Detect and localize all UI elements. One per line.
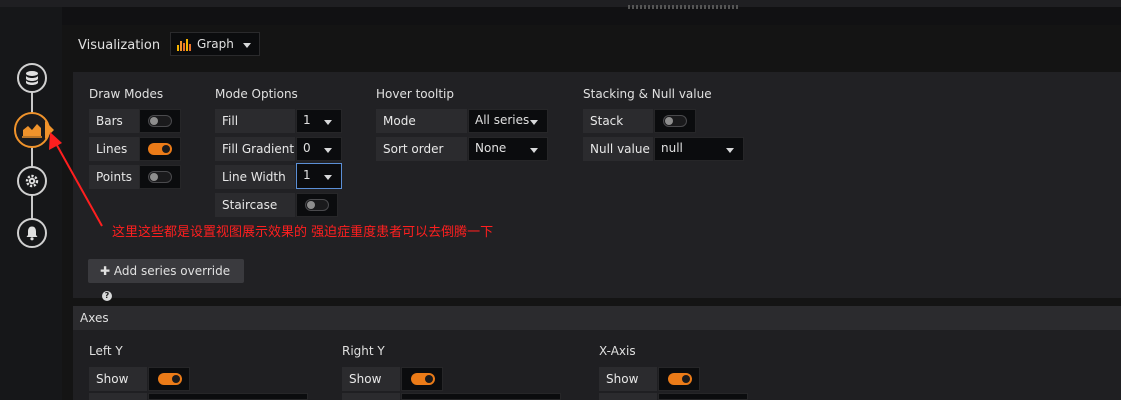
annotation-text: 这里这些都是设置视图展示效果的 强迫症重度患者可以去倒腾一下	[112, 225, 494, 240]
draw-modes-title: Draw Modes	[89, 87, 164, 101]
x-axis-show-label: Show	[599, 367, 657, 391]
left-y-next-label	[89, 393, 147, 400]
fill-gradient-select[interactable]: 0	[296, 137, 342, 161]
bell-icon	[26, 226, 38, 241]
add-series-override-label: Add series override	[113, 264, 231, 278]
null-value-value: null	[661, 141, 683, 155]
right-y-title: Right Y	[342, 344, 385, 358]
gear-icon	[25, 174, 39, 188]
sort-order-value: None	[475, 141, 507, 155]
right-y-next-field[interactable]	[401, 393, 561, 400]
database-icon	[26, 71, 38, 85]
null-value-select[interactable]: null	[654, 137, 744, 161]
right-y-show-label: Show	[342, 367, 400, 391]
line-width-label: Line Width	[215, 165, 295, 189]
fill-gradient-value: 0	[303, 141, 311, 155]
visualization-select[interactable]: Graph	[170, 32, 260, 56]
fill-value: 1	[303, 113, 311, 127]
chevron-down-icon	[530, 120, 538, 125]
points-switch[interactable]	[139, 165, 181, 189]
staircase-label: Staircase	[215, 193, 295, 217]
resize-handle[interactable]	[628, 5, 739, 9]
rail-connector	[31, 78, 33, 234]
axes-header: Axes	[73, 306, 1121, 330]
lines-toggle[interactable]	[148, 143, 172, 155]
x-axis-next-label	[599, 393, 657, 400]
fill-gradient-label: Fill Gradient	[215, 137, 295, 161]
chevron-down-icon	[530, 148, 538, 153]
visualization-value: Graph	[197, 37, 234, 51]
null-value-label: Null value	[583, 137, 653, 161]
bars-toggle[interactable]	[148, 115, 172, 127]
stack-label: Stack	[583, 109, 653, 133]
left-y-show-toggle[interactable]	[158, 373, 182, 385]
left-y-show-switch[interactable]	[148, 367, 190, 391]
plus-icon: ✚	[100, 264, 111, 278]
chart-area-icon	[22, 124, 42, 138]
line-width-select[interactable]: 1	[296, 163, 342, 189]
right-y-show-switch[interactable]	[401, 367, 443, 391]
staircase-toggle[interactable]	[305, 199, 329, 211]
tooltip-mode-label: Mode	[376, 109, 467, 133]
x-axis-next-field[interactable]	[658, 393, 748, 400]
chevron-down-icon	[324, 120, 332, 125]
fill-select[interactable]: 1	[296, 109, 342, 133]
chevron-down-icon	[324, 148, 332, 153]
help-icon[interactable]: ?	[102, 290, 112, 301]
sort-order-label: Sort order	[376, 137, 467, 161]
stack-switch[interactable]	[654, 109, 696, 133]
points-toggle[interactable]	[148, 171, 172, 183]
x-axis-show-switch[interactable]	[658, 367, 700, 391]
left-y-show-label: Show	[89, 367, 147, 391]
sort-order-select[interactable]: None	[468, 137, 548, 161]
tooltip-mode-value: All series	[475, 113, 530, 127]
queries-button[interactable]	[17, 63, 47, 93]
line-width-value: 1	[303, 168, 311, 182]
lines-switch[interactable]	[139, 137, 181, 161]
axes-title: Axes	[80, 311, 109, 325]
x-axis-show-toggle[interactable]	[668, 373, 692, 385]
chevron-down-icon	[243, 43, 251, 48]
staircase-switch[interactable]	[296, 193, 338, 217]
bar-chart-icon	[177, 39, 191, 51]
left-y-next-field[interactable]	[148, 393, 308, 400]
x-axis-title: X-Axis	[599, 344, 636, 358]
chevron-down-icon	[726, 148, 734, 153]
add-series-override-button[interactable]: ✚ Add series override ?	[88, 259, 244, 301]
hover-tooltip-title: Hover tooltip	[376, 87, 454, 101]
top-bar	[0, 0, 1121, 9]
fill-label: Fill	[215, 109, 295, 133]
tooltip-mode-select[interactable]: All series	[468, 109, 548, 133]
visualization-label: Visualization	[78, 38, 161, 53]
bars-switch[interactable]	[139, 109, 181, 133]
stack-toggle[interactable]	[663, 115, 687, 127]
stacking-title: Stacking & Null value	[583, 87, 712, 101]
mode-options-title: Mode Options	[215, 87, 298, 101]
left-y-title: Left Y	[89, 344, 123, 358]
annotation-arrow	[49, 132, 103, 227]
right-y-show-toggle[interactable]	[411, 373, 435, 385]
chevron-down-icon	[324, 175, 332, 180]
right-y-next-label	[342, 393, 400, 400]
